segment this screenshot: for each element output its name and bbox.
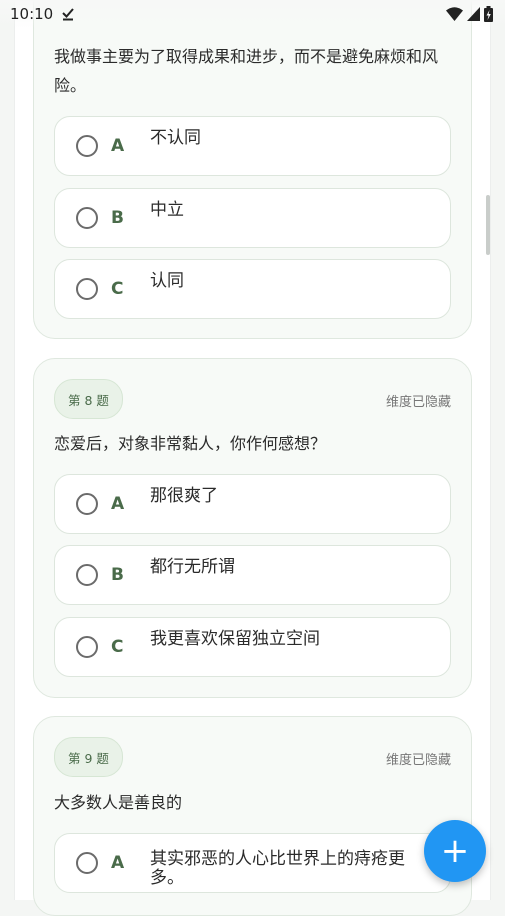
option-letter: C: [111, 637, 124, 657]
radio-button[interactable]: [76, 278, 98, 300]
radio-button[interactable]: [76, 564, 98, 586]
question-text: 恋爱后，对象非常黏人，你作何感想？: [54, 434, 327, 453]
scrollbar-thumb[interactable]: [486, 195, 490, 255]
question-card: 我做事主要为了取得成果和进步，而不是避免麻烦和风险。 A 不认同 B 中立 C …: [33, 0, 472, 339]
status-bar: 10:10: [0, 0, 505, 28]
option-label: 其实邪恶的人心比世界上的痔疮更多。: [150, 849, 405, 888]
status-right: [446, 6, 493, 22]
status-left: 10:10: [10, 5, 75, 23]
option-label: 那很爽了: [150, 486, 218, 506]
status-time: 10:10: [10, 5, 54, 23]
radio-button[interactable]: [76, 852, 98, 874]
option-label: 都行无所谓: [150, 557, 235, 577]
option-a[interactable]: A 不认同: [54, 116, 451, 176]
wifi-icon: [446, 7, 463, 21]
question-text: 我做事主要为了取得成果和进步，而不是避免麻烦和风险。: [54, 47, 439, 95]
option-letter: B: [111, 565, 124, 585]
option-c[interactable]: C 我更喜欢保留独立空间: [54, 617, 451, 677]
signal-icon: [467, 7, 480, 21]
radio-button[interactable]: [76, 207, 98, 229]
question-text: 大多数人是善良的: [54, 793, 183, 812]
option-letter: C: [111, 279, 124, 299]
dimension-hidden-label: 维度已隐藏: [385, 753, 451, 768]
option-label: 不认同: [150, 128, 201, 148]
download-done-icon: [62, 8, 74, 21]
question-card: 第 8 题 维度已隐藏 恋爱后，对象非常黏人，你作何感想？ A 那很爽了 B 都…: [33, 358, 472, 698]
question-card: 第 9 题 维度已隐藏 大多数人是善良的 A 其实邪恶的人心比世界上的痔疮更多。: [33, 716, 472, 916]
add-button[interactable]: +: [424, 820, 486, 882]
radio-button[interactable]: [76, 135, 98, 157]
radio-button[interactable]: [76, 636, 98, 658]
option-letter: B: [111, 208, 124, 228]
option-letter: A: [111, 853, 125, 873]
option-a[interactable]: A 其实邪恶的人心比世界上的痔疮更多。: [54, 833, 451, 893]
battery-icon: [484, 6, 493, 22]
option-a[interactable]: A 那很爽了: [54, 474, 451, 534]
dimension-hidden-label: 维度已隐藏: [385, 395, 451, 410]
option-label: 中立: [150, 200, 184, 220]
option-label: 我更喜欢保留独立空间: [150, 629, 320, 649]
question-number-tag: 第 8 题: [54, 379, 123, 419]
option-letter: A: [111, 494, 125, 514]
radio-button[interactable]: [76, 493, 98, 515]
option-letter: A: [111, 136, 125, 156]
option-b[interactable]: B 都行无所谓: [54, 545, 451, 605]
question-number-tag: 第 9 题: [54, 737, 123, 777]
option-b[interactable]: B 中立: [54, 188, 451, 248]
option-label: 认同: [150, 271, 184, 291]
option-c[interactable]: C 认同: [54, 259, 451, 319]
